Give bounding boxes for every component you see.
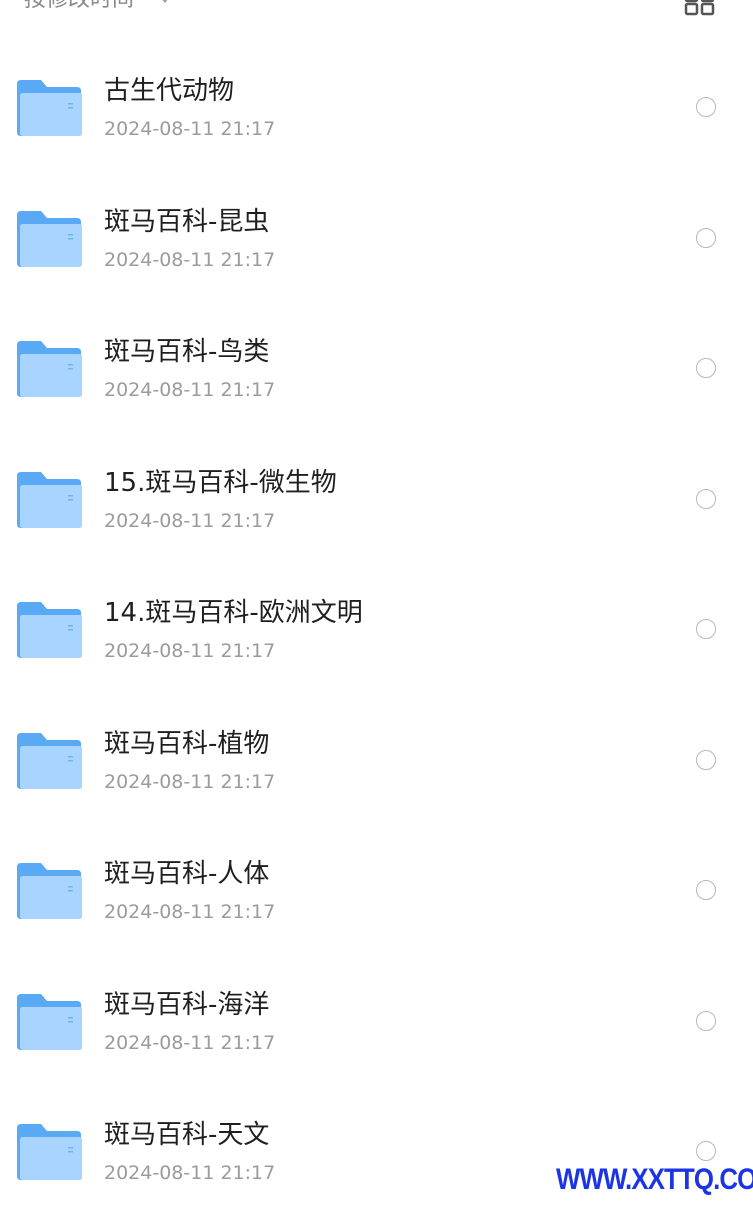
select-radio[interactable] [696,97,716,117]
folder-date: 2024-08-11 21:17 [104,379,276,401]
folder-icon [17,80,82,136]
folder-date: 2024-08-11 21:17 [104,1031,276,1054]
folder-name: 14.斑马百科-欧洲文明 [104,598,363,628]
folder-icon [17,732,82,789]
folder-name: 斑马百科-鸟类 [104,337,270,367]
select-radio[interactable] [696,749,716,770]
folder-date: 2024-08-11 21:17 [104,901,276,923]
folder-row[interactable]: 斑马百科-鸟类 2024-08-11 21:17 [0,305,753,436]
select-radio[interactable] [696,1010,716,1031]
select-radio[interactable] [696,619,716,639]
folder-name: 斑马百科-海洋 [104,989,270,1020]
folder-row[interactable]: 斑马百科-植物 2024-08-11 21:17 [0,697,753,828]
sort-bar: 按修改时间 [0,0,753,16]
folder-icon [17,210,82,267]
folder-date: 2024-08-11 21:17 [104,118,276,140]
folder-date: 2024-08-11 21:17 [104,770,276,793]
folder-name: 斑马百科-昆虫 [104,206,270,237]
folder-icon [17,602,82,658]
folder-icon [17,993,82,1050]
folder-icon [17,471,82,528]
grid-view-icon[interactable] [683,0,717,16]
folder-row[interactable]: 14.斑马百科-欧洲文明 2024-08-11 21:17 [0,566,753,697]
select-radio[interactable] [696,227,716,248]
folder-date: 2024-08-11 21:17 [104,509,276,532]
folder-name: 15.斑马百科-微生物 [104,467,337,498]
folder-row[interactable]: 斑马百科-人体 2024-08-11 21:17 [0,827,753,958]
folder-date: 2024-08-11 21:17 [104,640,276,662]
select-radio[interactable] [696,488,716,509]
folder-name: 古生代动物 [104,76,235,106]
folder-name: 斑马百科-植物 [104,728,270,759]
select-radio[interactable] [696,880,716,900]
watermark-text: WWW.XXTTQ.COM [556,1163,753,1196]
folder-date: 2024-08-11 21:17 [104,1162,276,1184]
caret-down-icon[interactable] [154,0,176,10]
select-radio[interactable] [696,358,716,378]
sort-label[interactable]: 按修改时间 [24,0,134,14]
select-radio[interactable] [696,1141,716,1161]
folder-row[interactable]: 斑马百科-海洋 2024-08-11 21:17 [0,958,753,1089]
folder-name: 斑马百科-天文 [104,1120,270,1150]
folder-row[interactable]: 古生代动物 2024-08-11 21:17 [0,44,753,175]
folder-list: 古生代动物 2024-08-11 21:17 斑马百科-昆虫 2024-08-1… [0,44,753,1219]
folder-date: 2024-08-11 21:17 [104,248,276,271]
folder-icon [17,341,82,397]
folder-icon [17,863,82,919]
folder-row[interactable]: 斑马百科-昆虫 2024-08-11 21:17 [0,175,753,306]
folder-icon [17,1124,82,1180]
folder-row[interactable]: 15.斑马百科-微生物 2024-08-11 21:17 [0,436,753,567]
folder-name: 斑马百科-人体 [104,859,270,889]
